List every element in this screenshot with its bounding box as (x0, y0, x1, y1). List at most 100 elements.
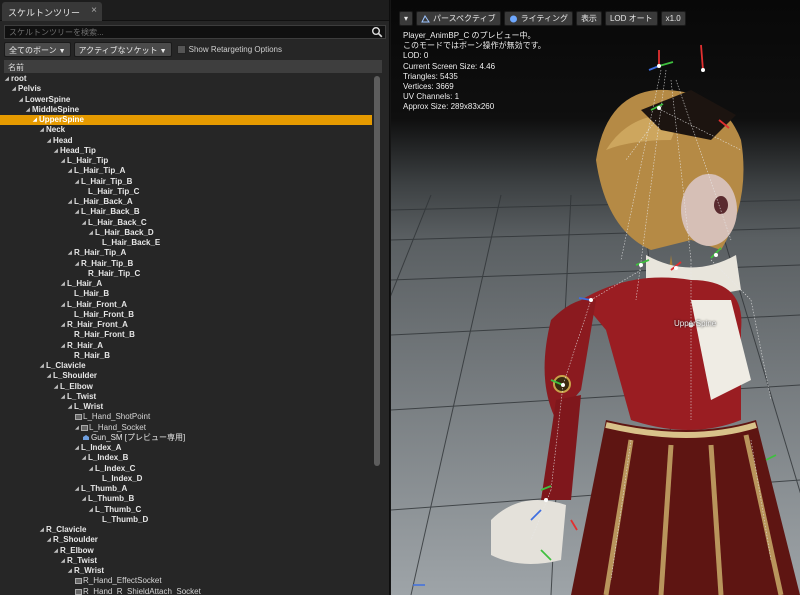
tree-bone-row[interactable]: ◢ R_Wrist (0, 566, 372, 576)
viewport-menu-button[interactable]: ▾ (399, 11, 414, 26)
tree-bone-row[interactable]: L_Hair_Back_E (0, 238, 372, 248)
close-icon[interactable]: × (91, 5, 97, 16)
tree-socket-row[interactable]: ◢ L_Hand_Socket (0, 423, 372, 433)
lod-button[interactable]: LOD オート (604, 11, 658, 26)
tree-bone-row[interactable]: ◢ MiddleSpine (0, 105, 372, 115)
tree-bone-row[interactable]: ◢ R_Hair_Front_A (0, 320, 372, 330)
tree-node-label: L_Hair_Back_E (102, 238, 161, 247)
tree-bone-row[interactable]: ◢ L_Thumb_A (0, 484, 372, 494)
tree-node-label: MiddleSpine (32, 104, 80, 114)
tree-bone-row[interactable]: ◢ R_Hair_Tip_A (0, 248, 372, 258)
tree-bone-row[interactable]: ◢ L_Index_C (0, 464, 372, 474)
info-line: UV Channels: 1 (403, 92, 460, 102)
tree-node-label: R_Wrist (74, 566, 105, 575)
tree-node-label: R_Hair_Tip_A (74, 248, 127, 258)
lighting-label: ライティング (520, 14, 568, 23)
tree-bone-row[interactable]: L_Index_D (0, 474, 372, 484)
tree-bone-row[interactable]: ◢ Head_Tip (0, 146, 372, 156)
tree-bone-row[interactable]: ◢ L_Hair_Back_D (0, 228, 372, 238)
tree-bone-row[interactable]: ◢ R_Hair_Tip_B (0, 259, 372, 269)
info-line: Vertices: 3669 (403, 82, 454, 92)
tree-bone-row[interactable]: ◢ L_Hair_A (0, 279, 372, 289)
tree-bone-row[interactable]: ◢ R_Clavicle (0, 525, 372, 535)
tree-node-label: L_Hand_Socket (89, 422, 146, 432)
tree-node-label: L_Shoulder (53, 371, 98, 381)
tree-bone-row[interactable]: L_Hair_Front_B (0, 310, 372, 320)
tree-node-label: R_Hair_Front_A (67, 320, 128, 329)
tree-bone-row[interactable]: ◢ L_Hair_Tip_A (0, 166, 372, 176)
tree-node-label: Head_Tip (60, 145, 96, 155)
tree-bone-row[interactable]: ◢ L_Wrist (0, 402, 372, 412)
tree-scrollbar[interactable] (374, 76, 380, 466)
retargeting-option[interactable]: Show Retargeting Options (176, 45, 282, 54)
search-input[interactable] (5, 26, 365, 38)
tree-bone-row[interactable]: ◢ L_Hair_Back_A (0, 197, 372, 207)
viewport-toolbar: ▾ パースペクティブ ライティング 表示 LOD オート x1.0 (399, 11, 686, 26)
tree-bone-row[interactable]: ◢ UpperSpine (0, 115, 372, 126)
tree-bone-row[interactable]: R_Hair_Tip_C (0, 269, 372, 279)
tree-bone-row[interactable]: ◢ R_Twist (0, 556, 372, 566)
tree-socket-row[interactable]: L_Hand_ShotPoint (0, 412, 372, 422)
tree-bone-row[interactable]: ◢ root (0, 74, 372, 84)
socket-filter-dropdown[interactable]: アクティブなソケット ▼ (73, 42, 172, 57)
tree-bone-row[interactable]: L_Thumb_D (0, 515, 372, 525)
tree-bone-row[interactable]: ◢ Pelvis (0, 84, 372, 94)
tree-node-label: L_Hair_B (74, 289, 110, 299)
perspective-label: パースペクティブ (433, 14, 496, 23)
chevron-down-icon: ▼ (159, 48, 167, 55)
preview-info-overlay: Player_AnimBP_C のプレビュー中。 このモードではボーン操作が無効… (403, 31, 546, 113)
tree-bone-row[interactable]: ◢ L_Twist (0, 392, 372, 402)
tree-bone-row[interactable]: ◢ L_Index_A (0, 443, 372, 453)
tree-node-label: R_Hand_EffectSocket (83, 576, 162, 586)
tree-bone-row[interactable]: ◢ L_Hair_Front_A (0, 300, 372, 310)
tree-bone-row[interactable]: ◢ L_Shoulder (0, 371, 372, 381)
tree-bone-row[interactable]: L_Hair_Tip_C (0, 187, 372, 197)
column-header-name[interactable]: 名前 (4, 60, 382, 73)
tab-skeleton-tree[interactable]: スケルトンツリー × (2, 2, 102, 21)
tree-bone-row[interactable]: ◢ L_Thumb_C (0, 505, 372, 515)
tree-bone-row[interactable]: ◢ Head (0, 136, 372, 146)
preview-viewport[interactable]: ▾ パースペクティブ ライティング 表示 LOD オート x1.0 Player… (391, 0, 800, 595)
tree-bone-row[interactable]: ◢ L_Thumb_B (0, 494, 372, 504)
tree-bone-row[interactable]: L_Hair_B (0, 289, 372, 299)
tree-mesh-row[interactable]: Gun_SM [プレビュー専用] (0, 433, 372, 443)
lod-label: LOD オート (609, 14, 653, 23)
tree-node-label: UpperSpine (39, 115, 84, 124)
tree-bone-row[interactable]: ◢ L_Index_B (0, 453, 372, 463)
tree-bone-row[interactable]: ◢ L_Elbow (0, 382, 372, 392)
selected-bone-label: UpperSpine (674, 319, 717, 328)
playback-speed-button[interactable]: x1.0 (660, 11, 686, 26)
tree-node-label: L_Index_B (88, 453, 129, 463)
tree-node-label: R_Twist (67, 555, 98, 565)
tree-socket-row[interactable]: R_Hand_EffectSocket (0, 576, 372, 586)
tree-node-label: L_Hair_Back_B (81, 207, 140, 217)
tree-bone-row[interactable]: ◢ Neck (0, 125, 372, 135)
tree-bone-row[interactable]: ◢ L_Clavicle (0, 361, 372, 371)
tree-bone-row[interactable]: ◢ R_Shoulder (0, 535, 372, 545)
column-header-label: 名前 (8, 63, 24, 72)
socket-icon (75, 588, 82, 595)
tree-socket-row[interactable]: R_Hand_R_ShieldAttach_Socket (0, 587, 372, 595)
perspective-button[interactable]: パースペクティブ (416, 11, 501, 26)
tree-node-label: R_Shoulder (53, 535, 98, 545)
retargeting-checkbox[interactable] (176, 45, 186, 54)
tree-bone-row[interactable]: R_Hair_B (0, 351, 372, 361)
bone-filter-dropdown[interactable]: 全てのボーン ▼ (4, 42, 71, 57)
tree-bone-row[interactable]: ◢ L_Hair_Back_B (0, 207, 372, 217)
tree-node-label: L_Twist (67, 391, 97, 401)
tree-bone-row[interactable]: ◢ L_Hair_Tip_B (0, 177, 372, 187)
tree-bone-row[interactable]: ◢ R_Hair_A (0, 341, 372, 351)
search-icon[interactable] (371, 26, 383, 38)
tree-node-label: Gun_SM [プレビュー専用] (91, 432, 186, 442)
tree-bone-row[interactable]: R_Hair_Front_B (0, 330, 372, 340)
tree-node-label: R_Clavicle (46, 525, 87, 534)
tree-node-label: L_Hair_Front_B (74, 309, 135, 319)
tree-bone-row[interactable]: ◢ R_Elbow (0, 546, 372, 556)
tree-bone-row[interactable]: ◢ L_Hair_Tip (0, 156, 372, 166)
tree-node-label: L_Index_A (81, 443, 122, 452)
show-button[interactable]: 表示 (575, 11, 602, 26)
tree-bone-row[interactable]: ◢ L_Hair_Back_C (0, 218, 372, 228)
tree-node-label: L_Hand_ShotPoint (83, 412, 151, 422)
tree-bone-row[interactable]: ◢ LowerSpine (0, 95, 372, 105)
lighting-button[interactable]: ライティング (503, 11, 573, 26)
